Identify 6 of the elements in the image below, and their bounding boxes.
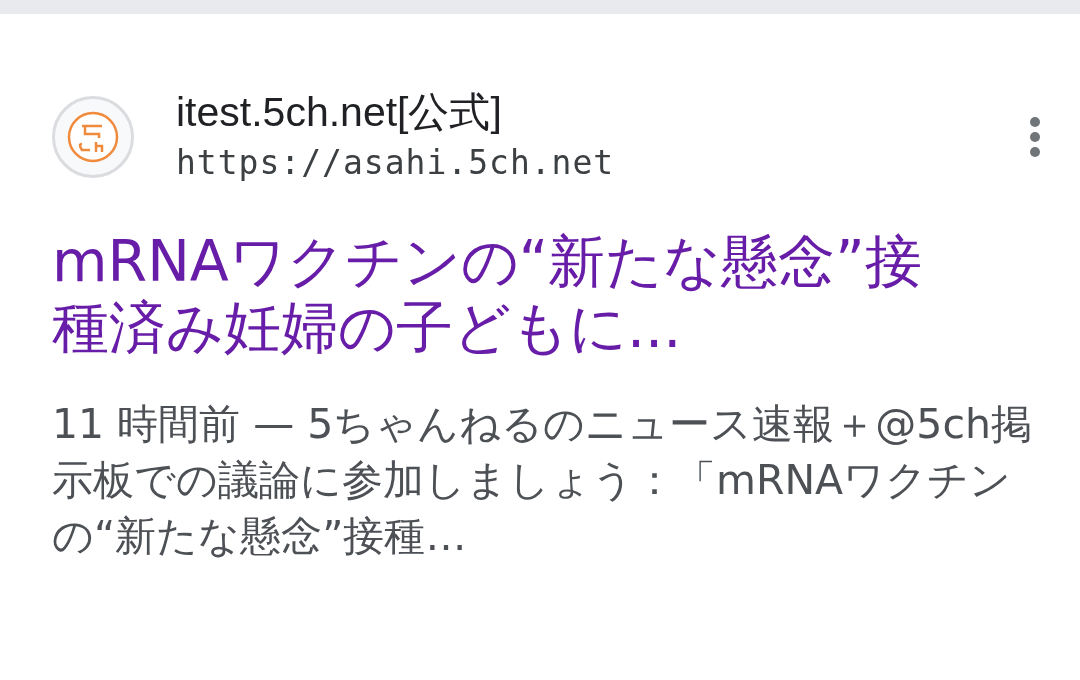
result-snippet: 11 時間前 — 5ちゃんねるのニュース速報＋@5ch掲示板での議論に参加しましょう：「mRNAワクチンの“新たな懸念”接種… [52, 399, 1032, 562]
site-url: https://asahi.5ch.net [176, 142, 616, 184]
more-options-icon[interactable] [1028, 116, 1042, 158]
site-name[interactable]: itest.5ch.net[公式] [176, 86, 986, 138]
result-title-link[interactable]: mRNAワクチンの“新たな懸念”接種済み妊婦の子どもに... [52, 228, 952, 360]
site-logo-icon [52, 96, 134, 178]
